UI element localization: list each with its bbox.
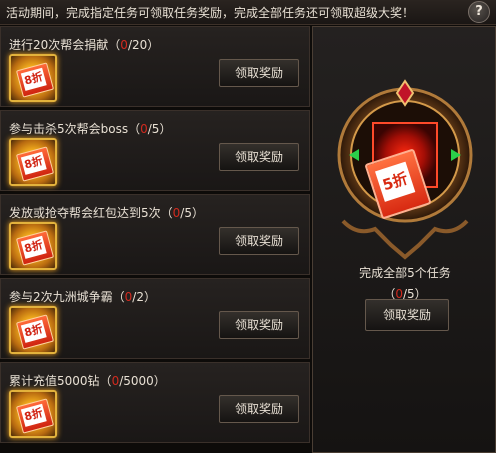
discount-label: 8折 (20, 235, 47, 259)
task-row: 参与2次九洲城争霸（0/2） 8折 领取奖励 (0, 278, 310, 359)
claim-reward-button[interactable]: 领取奖励 (219, 311, 299, 339)
task-row: 累计充值5000钻（0/5000） 8折 领取奖励 (0, 362, 310, 443)
task-row: 参与击杀5次帮会boss（0/5） 8折 领取奖励 (0, 110, 310, 191)
claim-reward-button[interactable]: 领取奖励 (219, 59, 299, 87)
claim-reward-button[interactable]: 领取奖励 (219, 143, 299, 171)
claim-reward-button[interactable]: 领取奖励 (219, 227, 299, 255)
task-title: 发放或抢夺帮会红包达到5次（0/5） (9, 206, 204, 220)
discount-reward-icon[interactable]: 8折 (9, 390, 57, 438)
coupon-icon: 8折 (15, 398, 55, 434)
task-row: 进行20次帮会捐献（0/20） 8折 领取奖励 (0, 26, 310, 107)
task-title: 参与击杀5次帮会boss（0/5） (9, 122, 172, 136)
top-bar: 活动期间，完成指定任务可领取任务奖励，完成全部任务还可领取超级大奖！ ? (0, 0, 496, 25)
task-list: 进行20次帮会捐献（0/20） 8折 领取奖励 参与击杀5次帮会boss（0/5… (0, 26, 310, 446)
discount-reward-icon[interactable]: 8折 (9, 222, 57, 270)
coupon-icon: 8折 (15, 314, 55, 350)
task-title: 进行20次帮会捐献（0/20） (9, 38, 160, 52)
discount-label: 8折 (20, 67, 47, 91)
coupon-icon: 8折 (15, 146, 55, 182)
claim-reward-button[interactable]: 领取奖励 (219, 395, 299, 423)
coupon-icon: 8折 (15, 62, 55, 98)
help-button[interactable]: ? (468, 1, 490, 23)
discount-reward-icon[interactable]: 8折 (9, 138, 57, 186)
grand-prize-panel: 5折 完成全部5个任务 （0/5） 领取奖励 (312, 26, 496, 453)
task-progress-current: 0 (140, 122, 148, 136)
task-title: 累计充值5000钻（0/5000） (9, 374, 166, 388)
discount-label: 8折 (20, 403, 47, 427)
discount-label: 8折 (20, 151, 47, 175)
event-description: 活动期间，完成指定任务可领取任务奖励，完成全部任务还可领取超级大奖！ (6, 6, 415, 20)
task-row: 发放或抢夺帮会红包达到5次（0/5） 8折 领取奖励 (0, 194, 310, 275)
discount-reward-icon[interactable]: 8折 (9, 306, 57, 354)
discount-reward-icon[interactable]: 8折 (9, 54, 57, 102)
grand-title: 完成全部5个任务 (359, 266, 451, 280)
claim-grand-reward-button[interactable]: 领取奖励 (365, 299, 449, 331)
grand-prize-emblem-icon (337, 79, 473, 260)
task-title: 参与2次九洲城争霸（0/2） (9, 290, 156, 304)
grand-discount-label: 5折 (375, 161, 416, 202)
discount-label: 8折 (20, 319, 47, 343)
coupon-icon: 8折 (15, 230, 55, 266)
task-progress-current: 0 (120, 38, 128, 52)
